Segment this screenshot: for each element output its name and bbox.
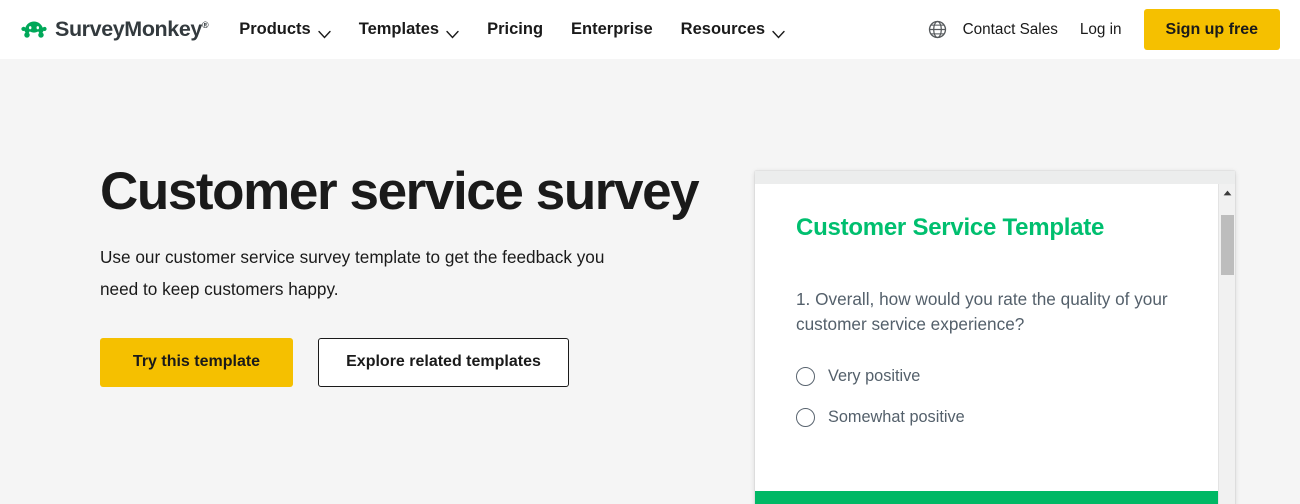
try-this-template-button[interactable]: Try this template — [100, 337, 293, 387]
preview-scroll-area: Customer Service Template 1. Overall, ho… — [755, 184, 1218, 491]
hero-subtitle: Use our customer service survey template… — [100, 247, 605, 299]
survey-question-1: 1. Overall, how would you rate the quali… — [796, 288, 1168, 334]
scrollbar-up-arrow[interactable] — [1219, 184, 1236, 201]
page-root: SurveyMonkey® Products Templates Pricing… — [0, 0, 1300, 504]
globe-icon[interactable] — [928, 20, 947, 39]
hero-action-buttons: Try this template Explore related templa… — [100, 337, 700, 387]
nav-item-resources-label: Resources — [680, 20, 766, 38]
nav-item-products-label: Products — [239, 20, 311, 38]
nav-item-pricing[interactable]: Pricing — [487, 20, 543, 39]
preview-card-scrollbar[interactable] — [1218, 184, 1235, 504]
chevron-down-icon — [318, 25, 331, 39]
surveymonkey-logo-icon — [20, 19, 48, 41]
logo-trademark: ® — [201, 19, 209, 30]
nav-item-templates-label: Templates — [358, 20, 440, 38]
nav-item-enterprise-label: Enterprise — [571, 20, 653, 38]
survey-answer-options: Very positive Somewhat positive — [796, 367, 1180, 428]
hero-section: Customer service survey Use our customer… — [0, 59, 1300, 504]
answer-option-label: Very positive — [828, 367, 921, 386]
nav-right-group: Contact Sales Log in Sign up free — [928, 0, 1280, 59]
nav-item-resources[interactable]: Resources — [681, 20, 785, 39]
scrollbar-thumb[interactable] — [1220, 215, 1234, 275]
chevron-down-icon — [772, 25, 785, 39]
answer-option-label: Somewhat positive — [828, 408, 965, 427]
chevron-down-icon — [446, 25, 459, 39]
login-link[interactable]: Log in — [1080, 21, 1122, 39]
hero-copy: Customer service survey Use our customer… — [100, 162, 700, 387]
top-navigation-bar: SurveyMonkey® Products Templates Pricing… — [0, 0, 1300, 59]
scrollbar-track[interactable] — [1219, 201, 1236, 504]
nav-item-templates[interactable]: Templates — [359, 20, 459, 39]
preview-card-top-strip — [755, 171, 1235, 184]
preview-card-body: Customer Service Template 1. Overall, ho… — [755, 184, 1235, 504]
nav-item-enterprise[interactable]: Enterprise — [571, 20, 653, 39]
radio-button-icon[interactable] — [796, 367, 815, 387]
nav-links: Products Templates Pricing Enterprise Re… — [239, 20, 785, 39]
surveymonkey-logo[interactable]: SurveyMonkey® — [20, 17, 209, 42]
nav-item-pricing-label: Pricing — [487, 20, 544, 38]
survey-template-title: Customer Service Template — [796, 214, 1105, 241]
logo-wordmark: SurveyMonkey® — [55, 17, 209, 41]
sign-up-free-button[interactable]: Sign up free — [1143, 9, 1280, 50]
contact-sales-link[interactable]: Contact Sales — [963, 21, 1058, 39]
nav-left-group: SurveyMonkey® Products Templates Pricing… — [0, 17, 785, 42]
radio-button-icon[interactable] — [796, 408, 815, 428]
preview-card-content: Customer Service Template 1. Overall, ho… — [755, 184, 1218, 504]
page-title: Customer service survey — [100, 162, 700, 221]
explore-related-templates-button[interactable]: Explore related templates — [318, 337, 569, 387]
survey-preview-card: Customer Service Template 1. Overall, ho… — [755, 171, 1235, 504]
answer-option-very-positive[interactable]: Very positive — [796, 367, 1180, 387]
survey-progress-bar: 0 of 5 answered — [755, 491, 1218, 504]
nav-item-products[interactable]: Products — [239, 20, 331, 39]
answer-option-somewhat-positive[interactable]: Somewhat positive — [796, 408, 1180, 428]
